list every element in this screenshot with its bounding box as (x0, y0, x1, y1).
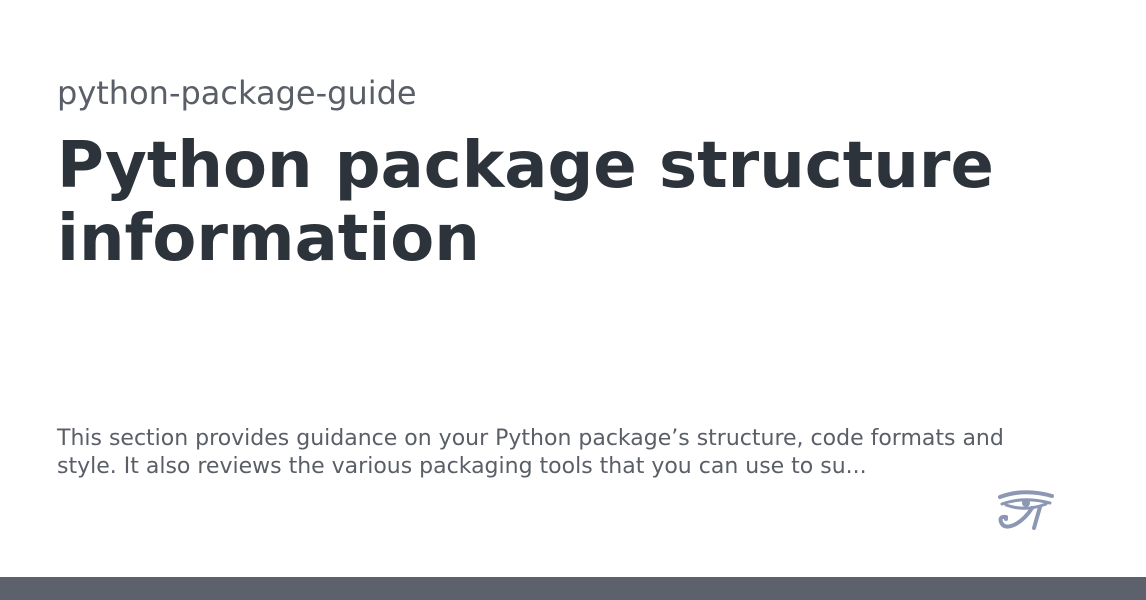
page-description: This section provides guidance on your P… (57, 426, 1004, 479)
footer-bar (0, 577, 1146, 600)
page-title: Python package structure information (57, 129, 994, 276)
site-name: python-package-guide (57, 74, 417, 112)
eye-of-horus-icon (998, 490, 1054, 530)
